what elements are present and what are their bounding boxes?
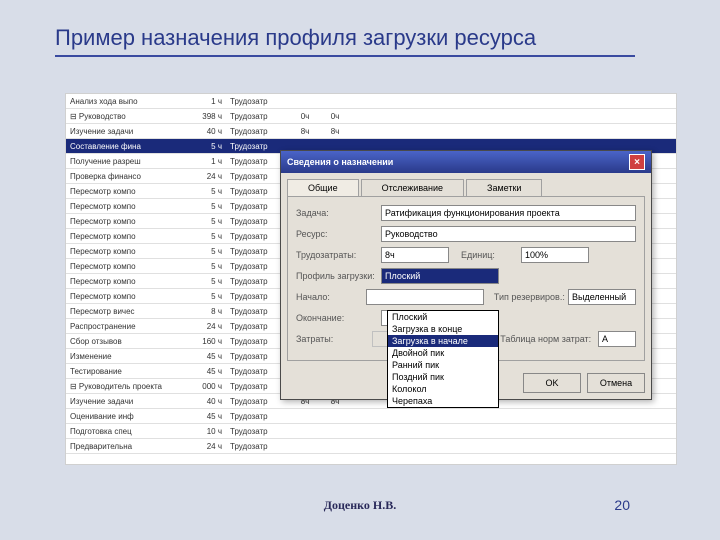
resource-label: Ресурс: — [296, 229, 381, 239]
type-label: Тип резервиров.: — [494, 292, 568, 302]
work-label: Трудозатраты: — [296, 250, 381, 260]
tab-tracking[interactable]: Отслеживание — [361, 179, 464, 196]
task-label: Задача: — [296, 208, 381, 218]
dialog-tabs: Общие Отслеживание Заметки — [287, 179, 645, 196]
assignment-info-dialog: Сведения о назначении × Общие Отслеживан… — [280, 150, 652, 400]
profile-option[interactable]: Черепаха — [388, 395, 498, 407]
profile-options-list[interactable]: ПлоскийЗагрузка в концеЗагрузка в начале… — [387, 310, 499, 408]
profile-option[interactable]: Ранний пик — [388, 359, 498, 371]
profile-option[interactable]: Загрузка в начале — [388, 335, 498, 347]
table-row[interactable]: Изучение задачи40 чТрудозатр8ч8ч — [66, 124, 676, 139]
slide-title: Пример назначения профиля загрузки ресур… — [55, 25, 700, 51]
table-row[interactable]: ⊟ Руководство398 чТрудозатр0ч0ч — [66, 109, 676, 124]
footer-author: Доценко Н.В. — [324, 498, 397, 513]
cancel-button[interactable]: Отмена — [587, 373, 645, 393]
unit-field[interactable]: 100% — [521, 247, 589, 263]
cost-label: Затраты: — [296, 334, 372, 344]
table-row[interactable]: Предварительна24 чТрудозатр — [66, 439, 676, 454]
resource-field[interactable]: Руководство — [381, 226, 636, 242]
dialog-titlebar[interactable]: Сведения о назначении × — [281, 151, 651, 173]
profile-option[interactable]: Загрузка в конце — [388, 323, 498, 335]
table-label: Таблица норм затрат: — [500, 334, 598, 344]
end-label: Окончание: — [296, 313, 381, 323]
work-field[interactable]: 8ч — [381, 247, 449, 263]
title-underline — [55, 55, 635, 57]
table-field[interactable]: A — [598, 331, 636, 347]
start-field[interactable] — [366, 289, 484, 305]
type-field[interactable]: Выделенный — [568, 289, 636, 305]
table-row[interactable]: Подготовка спец10 чТрудозатр — [66, 424, 676, 439]
dialog-title-text: Сведения о назначении — [287, 157, 393, 167]
tab-notes[interactable]: Заметки — [466, 179, 542, 196]
dialog-panel: Задача: Ратификация функционирования про… — [287, 196, 645, 361]
start-label: Начало: — [296, 292, 366, 302]
profile-option[interactable]: Колокол — [388, 383, 498, 395]
unit-label: Единиц: — [461, 250, 521, 260]
ok-button[interactable]: OK — [523, 373, 581, 393]
tab-general[interactable]: Общие — [287, 179, 359, 196]
profile-option[interactable]: Двойной пик — [388, 347, 498, 359]
profile-dropdown[interactable]: Плоский — [381, 268, 499, 284]
profile-option[interactable]: Плоский — [388, 311, 498, 323]
profile-option[interactable]: Поздний пик — [388, 371, 498, 383]
footer-page-number: 20 — [614, 497, 630, 513]
table-row[interactable]: Оценивание инф45 чТрудозатр — [66, 409, 676, 424]
table-row[interactable]: Анализ хода выпо1 чТрудозатр — [66, 94, 676, 109]
close-icon[interactable]: × — [629, 154, 645, 170]
task-field[interactable]: Ратификация функционирования проекта — [381, 205, 636, 221]
profile-label: Профиль загрузки: — [296, 271, 381, 281]
